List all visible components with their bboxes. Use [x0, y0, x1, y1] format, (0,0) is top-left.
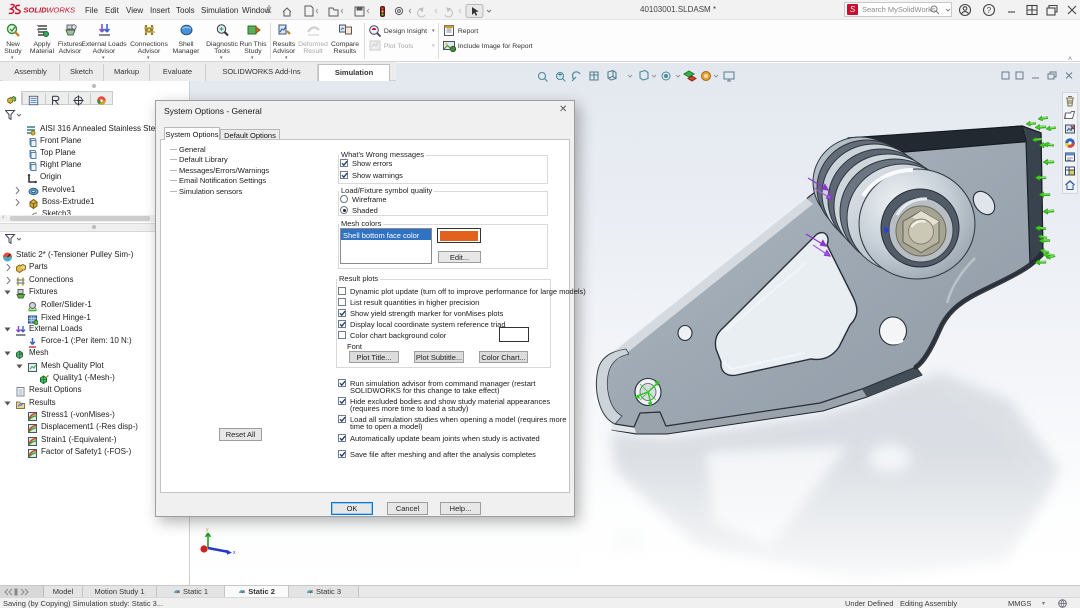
svg-text:y: y	[206, 527, 209, 533]
svg-text:x: x	[233, 550, 236, 556]
svg-text:SOLID: SOLID	[23, 5, 47, 14]
svg-text:?: ?	[987, 6, 992, 15]
svg-text:WORKS: WORKS	[46, 5, 75, 14]
